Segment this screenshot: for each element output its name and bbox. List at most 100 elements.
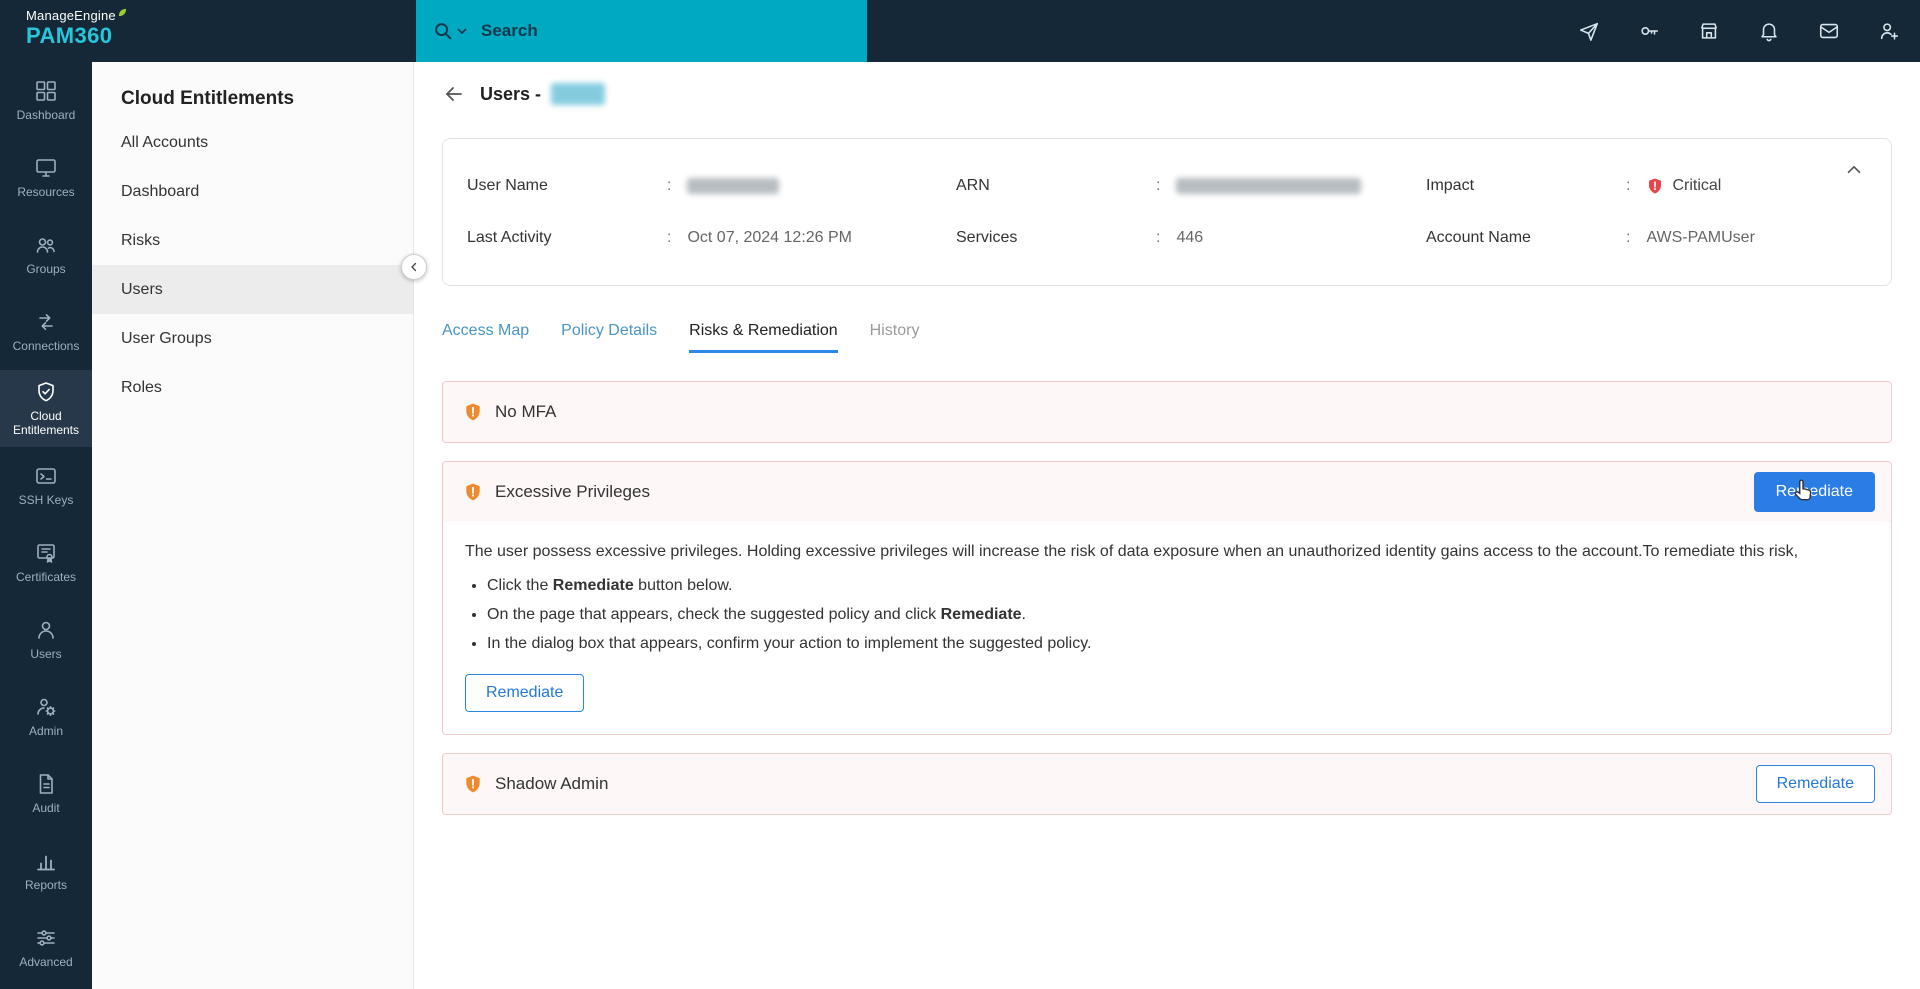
subsidebar-item-roles[interactable]: Roles [92, 363, 413, 412]
groups-icon [34, 233, 58, 257]
sidebar-item-reports[interactable]: Reports [0, 832, 92, 909]
brand-pam360: PAM360 [26, 23, 127, 49]
subsidebar-item-risks[interactable]: Risks [92, 216, 413, 265]
sidebar-collapse-handle[interactable] [401, 254, 427, 280]
sidebar-item-admin[interactable]: Admin [0, 678, 92, 755]
remediation-step: On the page that appears, check the sugg… [487, 606, 1867, 624]
risk-card-excessive-privileges: Excessive Privileges Remediate The user … [442, 461, 1892, 735]
field-label: Account Name [1426, 229, 1626, 247]
risk-shield-icon [463, 401, 483, 423]
subsidebar-item-label: User Groups [121, 330, 212, 348]
sidebar-item-cloud-entitlements[interactable]: Cloud Entitlements [0, 370, 92, 447]
subsidebar-item-label: Roles [121, 379, 162, 397]
sidebar-item-users[interactable]: Users [0, 601, 92, 678]
sidebar-label: Admin [26, 725, 66, 739]
certificates-icon [34, 541, 58, 565]
launch-icon[interactable] [1578, 20, 1600, 42]
user-summary-card: User Name : ARN : Impact : C [442, 138, 1892, 286]
sidebar-label: Dashboard [14, 109, 79, 123]
redacted-user-name [551, 83, 605, 105]
risk-header-shadow-admin[interactable]: Shadow Admin Remediate [443, 754, 1891, 814]
sidebar-label: SSH Keys [16, 494, 77, 508]
remediation-step: In the dialog box that appears, confirm … [487, 635, 1867, 653]
sidebar-item-dashboard[interactable]: Dashboard [0, 62, 92, 139]
cloud-entitlements-sidebar: Cloud Entitlements All Accounts Dashboar… [92, 62, 414, 989]
tab-access-map[interactable]: Access Map [442, 322, 529, 353]
advanced-icon [34, 926, 58, 950]
sidebar-label: Audit [29, 802, 62, 816]
store-icon[interactable] [1698, 20, 1720, 42]
remediate-button-shadow-admin[interactable]: Remediate [1756, 765, 1875, 803]
tab-policy-details[interactable]: Policy Details [561, 322, 657, 353]
global-search [416, 0, 867, 62]
subsidebar-item-user-groups[interactable]: User Groups [92, 314, 413, 363]
arrow-left-icon [442, 82, 466, 106]
chevron-up-icon [1843, 159, 1865, 181]
brand-logo[interactable]: ManageEngine PAM360 [26, 8, 127, 49]
account-name-value: AWS-PAMUser [1646, 229, 1754, 247]
chevron-down-icon [457, 27, 467, 35]
sidebar-label: Connections [10, 340, 83, 354]
add-user-icon[interactable] [1878, 20, 1900, 42]
dashboard-icon [34, 79, 58, 103]
sidebar-item-groups[interactable]: Groups [0, 216, 92, 293]
subsidebar-item-label: All Accounts [121, 134, 208, 152]
sidebar-item-resources[interactable]: Resources [0, 139, 92, 216]
risk-card-no-mfa: No MFA [442, 381, 1892, 443]
sidebar-label: Cloud Entitlements [0, 410, 92, 438]
risk-shield-icon [463, 773, 483, 795]
search-input[interactable] [479, 20, 799, 42]
field-label: Last Activity [467, 229, 667, 247]
notifications-icon[interactable] [1758, 20, 1780, 42]
risk-header-no-mfa[interactable]: No MFA [443, 382, 1891, 442]
field-services: Services : 446 [956, 225, 1426, 251]
subsidebar-item-label: Users [121, 281, 163, 299]
risk-title: No MFA [495, 402, 556, 422]
field-arn: ARN : [956, 173, 1426, 199]
search-icon[interactable] [432, 20, 467, 42]
sidebar-item-connections[interactable]: Connections [0, 293, 92, 370]
subsidebar-item-all-accounts[interactable]: All Accounts [92, 118, 413, 167]
remediation-steps: Click the Remediate button below. On the… [487, 577, 1867, 653]
sidebar-label: Resources [14, 186, 77, 200]
main-content: Users - User Name : ARN : [414, 62, 1920, 989]
remediate-button-inline[interactable]: Remediate [465, 674, 584, 712]
subsidebar-title: Cloud Entitlements [121, 88, 413, 110]
connections-icon [34, 310, 58, 334]
cloud-entitlements-icon [34, 380, 58, 404]
risk-title: Shadow Admin [495, 774, 608, 794]
field-label: User Name [467, 177, 667, 195]
subsidebar-item-users[interactable]: Users [92, 265, 413, 314]
tab-history[interactable]: History [870, 322, 920, 353]
users-icon [34, 618, 58, 642]
back-button[interactable] [442, 82, 466, 106]
field-last-activity: Last Activity : Oct 07, 2024 12:26 PM [467, 225, 956, 251]
subsidebar-item-dashboard[interactable]: Dashboard [92, 167, 413, 216]
field-impact: Impact : Critical [1426, 173, 1867, 199]
ssh-keys-icon [34, 464, 58, 488]
messages-icon[interactable] [1818, 20, 1840, 42]
risk-header-excessive-privileges[interactable]: Excessive Privileges Remediate [443, 462, 1891, 522]
leaf-icon [118, 8, 127, 17]
risk-list: No MFA Excessive Privileges Remediate Th… [442, 381, 1892, 815]
field-account-name: Account Name : AWS-PAMUser [1426, 225, 1867, 251]
audit-icon [34, 772, 58, 796]
services-value: 446 [1176, 229, 1203, 247]
chevron-left-icon [408, 261, 420, 273]
sidebar-item-audit[interactable]: Audit [0, 755, 92, 832]
sidebar-label: Reports [22, 879, 70, 893]
main-sidebar: Dashboard Resources Groups Connections C… [0, 62, 92, 989]
remediate-button-primary[interactable]: Remediate [1754, 472, 1875, 512]
sidebar-item-ssh-keys[interactable]: SSH Keys [0, 447, 92, 524]
impact-value: Critical [1672, 177, 1721, 195]
collapse-card-button[interactable] [1843, 159, 1865, 181]
field-label: Services [956, 229, 1156, 247]
sidebar-item-certificates[interactable]: Certificates [0, 524, 92, 601]
subsidebar-item-label: Risks [121, 232, 160, 250]
access-key-icon[interactable] [1638, 20, 1660, 42]
subsidebar-item-label: Dashboard [121, 183, 199, 201]
resources-icon [34, 156, 58, 180]
sidebar-label: Certificates [13, 571, 79, 585]
tab-risks-remediation[interactable]: Risks & Remediation [689, 322, 838, 353]
sidebar-item-advanced[interactable]: Advanced [0, 909, 92, 986]
